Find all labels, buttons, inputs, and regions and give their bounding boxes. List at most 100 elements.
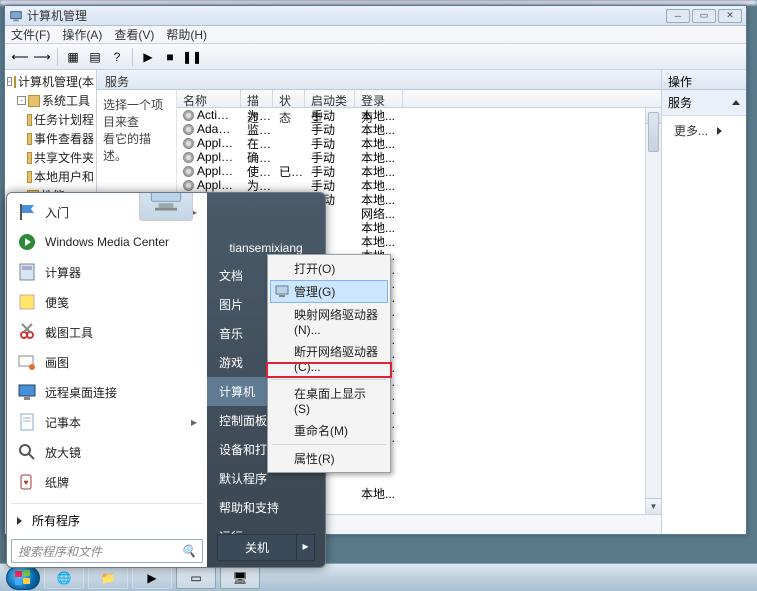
titlebar[interactable]: 计算机管理 ─ ▭ ✕ [5,6,746,26]
actions-header: 操作 [662,70,746,90]
chevron-right-icon [717,127,726,135]
col-logon[interactable]: 登录为 [355,90,403,107]
tree-item[interactable]: 任务计划程 [34,111,94,128]
sol-icon: ♥ [17,472,37,492]
window-icon: ▭ [190,571,201,585]
start-item[interactable]: 远程桌面连接 [9,377,205,407]
actions-more[interactable]: 更多... [662,116,746,145]
start-item[interactable]: Windows Media Center [9,227,205,257]
start-item[interactable]: 画图 [9,347,205,377]
shutdown-button[interactable]: 关机 ▸ [217,534,315,561]
col-desc[interactable]: 描述 [241,90,273,107]
start-item-label: 截图工具 [45,324,93,341]
gear-icon [183,180,194,191]
tree-item[interactable]: 系统工具 [42,92,90,109]
services-columns[interactable]: 名称 描述 状态 启动类型 登录为 [177,90,661,108]
start-item[interactable]: 记事本 ▸ [9,407,205,437]
context-menu-item[interactable]: 断开网络驱动器(C)... [270,340,388,377]
wmc-icon [17,232,37,252]
start-item[interactable]: 便笺 [9,287,205,317]
menu-action[interactable]: 操作(A) [62,26,102,43]
collapse-icon [732,100,740,105]
taskbar-item-explorer[interactable]: 📁 [88,567,128,589]
menu-file[interactable]: 文件(F) [11,26,50,43]
gear-icon [183,110,194,121]
toolbar-icon[interactable]: ▦ [64,48,82,66]
forward-button[interactable]: ⟶ [33,48,51,66]
taskbar-item-active[interactable]: ▭ [176,567,216,589]
services-header: 服务 [97,70,661,90]
col-name[interactable]: 名称 [177,90,241,107]
start-item-label: 入门 [45,204,69,221]
back-button[interactable]: ⟵ [11,48,29,66]
user-avatar[interactable] [139,192,193,221]
note-icon [17,292,37,312]
actions-panel: 操作 服务 更多... [662,70,746,534]
shutdown-options-icon[interactable]: ▸ [297,534,315,561]
gear-icon [183,152,194,163]
search-icon: 🔍 [181,544,196,558]
minimize-button[interactable]: ─ [666,9,690,23]
monitor-icon: 🖥 [232,571,247,585]
scrollbar[interactable]: ▲ ▼ [645,108,661,514]
media-icon: ▶ [147,571,156,585]
window-title: 计算机管理 [27,7,666,24]
start-item[interactable]: 计算器 [9,257,205,287]
context-menu-item[interactable]: 管理(G) [270,280,388,303]
menubar: 文件(F) 操作(A) 查看(V) 帮助(H) [5,26,746,44]
chevron-right-icon [17,517,26,525]
scroll-thumb[interactable] [648,112,659,152]
start-item[interactable]: ♥ 纸牌 [9,467,205,497]
stop-icon[interactable]: ■ [161,48,179,66]
notepad-icon [17,412,37,432]
context-menu-item[interactable]: 重命名(M) [270,419,388,442]
context-menu-item[interactable]: 在桌面上显示(S) [270,382,388,419]
help-icon[interactable]: ? [108,48,126,66]
search-placeholder: 搜索程序和文件 [18,543,102,560]
start-item-label: Windows Media Center [45,235,169,249]
menu-view[interactable]: 查看(V) [114,26,154,43]
start-item-label: 计算器 [45,264,81,281]
mag-icon [17,442,37,462]
start-right-item[interactable]: 帮助和支持 [207,493,325,522]
col-start[interactable]: 启动类型 [305,90,355,107]
tree-item[interactable]: 共享文件夹 [34,149,94,166]
context-menu-item[interactable]: 打开(O) [270,257,388,280]
col-status[interactable]: 状态 [273,90,305,107]
start-item-label: 便笺 [45,294,69,311]
scroll-down-icon[interactable]: ▼ [646,498,661,514]
start-item[interactable]: 截图工具 [9,317,205,347]
paint-icon [17,352,37,372]
ie-icon: 🌐 [57,571,72,585]
snip-icon [17,322,37,342]
context-menu-item[interactable]: 映射网络驱动器(N)... [270,303,388,340]
taskbar-item-mgmt[interactable]: 🖥 [220,567,260,589]
start-item-label: 记事本 [45,414,81,431]
start-item-label: 纸牌 [45,474,69,491]
actions-services-row[interactable]: 服务 [662,90,746,116]
taskbar-item-media[interactable]: ▶ [132,567,172,589]
context-menu: 打开(O)管理(G)映射网络驱动器(N)...断开网络驱动器(C)... 在桌面上… [267,254,391,473]
gear-icon [183,138,194,149]
menu-help[interactable]: 帮助(H) [166,26,207,43]
toolbar-icon[interactable]: ▤ [86,48,104,66]
taskbar-item-ie[interactable]: 🌐 [44,567,84,589]
tree-item[interactable]: 事件查看器 [34,130,94,147]
gear-icon [183,166,194,177]
search-input[interactable]: 搜索程序和文件 🔍 [11,539,203,563]
play-icon[interactable]: ▶ [139,48,157,66]
start-item[interactable]: 放大镜 [9,437,205,467]
tree-item[interactable]: 本地用户和 [34,168,94,185]
gear-icon [183,124,194,135]
pause-icon[interactable]: ❚❚ [183,48,201,66]
start-item-label: 放大镜 [45,444,81,461]
maximize-button[interactable]: ▭ [692,9,716,23]
chevron-right-icon: ▸ [191,415,197,429]
tree-root[interactable]: 计算机管理(本 [18,73,94,90]
folder-icon: 📁 [101,571,116,585]
start-button[interactable] [6,566,40,590]
close-button[interactable]: ✕ [718,9,742,23]
toolbar: ⟵ ⟶ ▦ ▤ ? ▶ ■ ❚❚ [5,44,746,70]
context-menu-item[interactable]: 属性(R) [270,447,388,470]
all-programs[interactable]: 所有程序 [7,506,207,535]
